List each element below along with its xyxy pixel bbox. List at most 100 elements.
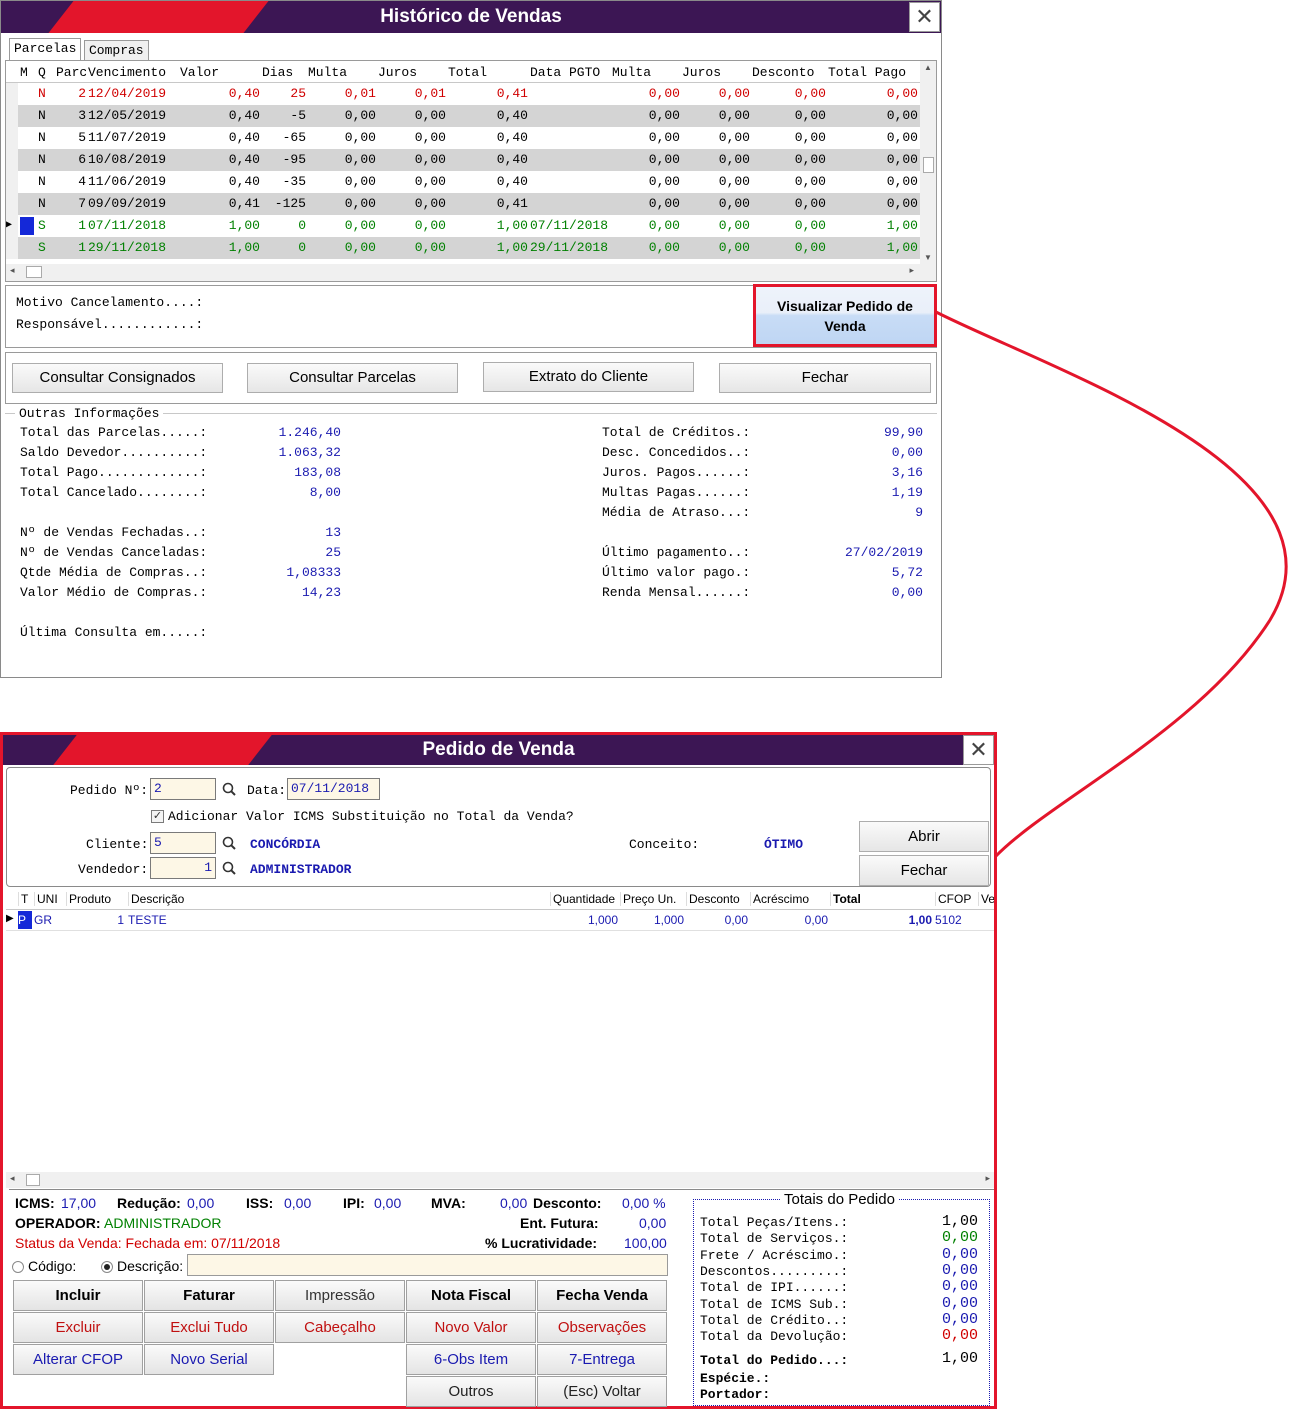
- totais-label: Total de Serviços.:: [700, 1231, 849, 1247]
- btn-impress-o[interactable]: Impressão: [275, 1280, 405, 1311]
- btn-faturar[interactable]: Faturar: [144, 1280, 274, 1311]
- portador-label: Portador:: [700, 1387, 771, 1402]
- total-pedido-label: Total do Pedido...:: [700, 1353, 849, 1368]
- totais-value: 0,00: [941, 1294, 978, 1312]
- pedido-titlebar: Pedido de Venda ✕: [3, 735, 994, 765]
- vendedor-label: Vendedor:: [78, 862, 149, 877]
- row-selector[interactable]: ▶: [6, 913, 16, 924]
- column-header: Acréscimo: [750, 892, 828, 906]
- desconto-label: Desconto:: [533, 1195, 602, 1211]
- totais-value: 0,00: [941, 1261, 978, 1279]
- totais-label: Total de ICMS Sub.:: [700, 1296, 849, 1312]
- btn-7-entrega[interactable]: 7-Entrega: [537, 1344, 667, 1375]
- btn-fecha-venda[interactable]: Fecha Venda: [537, 1280, 667, 1311]
- totais-label: Total Peças/Itens.:: [700, 1215, 849, 1230]
- entfutura-value: 0,00: [639, 1215, 667, 1231]
- ipi-value: 0,00: [374, 1195, 402, 1211]
- btn-incluir[interactable]: Incluir: [13, 1280, 143, 1311]
- cell-total: 1,00: [908, 913, 932, 927]
- totais-value: 1,00: [941, 1213, 978, 1230]
- btn-outros[interactable]: Outros: [406, 1376, 536, 1407]
- pedido-title: Pedido de Venda: [422, 739, 575, 760]
- operador-label: OPERADOR:: [15, 1215, 101, 1231]
- btn-exclui-tudo[interactable]: Exclui Tudo: [144, 1312, 274, 1343]
- column-header: CFOP: [935, 892, 975, 906]
- cell-produto: 1: [117, 913, 124, 927]
- entfutura-label: Ent. Futura:: [520, 1215, 599, 1231]
- descricao-label: Descrição:: [117, 1258, 184, 1274]
- column-header: Preço Un.: [620, 892, 684, 906]
- totais-label: Frete / Acréscimo.:: [700, 1247, 849, 1263]
- abrir-button[interactable]: Abrir: [859, 821, 989, 852]
- column-header: Produto: [66, 892, 126, 906]
- totais-value: 0,00: [941, 1327, 978, 1345]
- vendedor-name: ADMINISTRADOR: [250, 862, 352, 877]
- pedido-window: Pedido de Venda ✕ Pedido Nº: 2 Data: 07/…: [0, 732, 997, 1409]
- cliente-input[interactable]: 5: [150, 832, 216, 854]
- totais-label: Descontos.........:: [700, 1263, 849, 1279]
- operador-value: ADMINISTRADOR: [104, 1215, 222, 1231]
- codigo-label: Código:: [28, 1258, 77, 1274]
- btn-nota-fiscal[interactable]: Nota Fiscal: [406, 1280, 536, 1311]
- column-header: Ve: [978, 892, 994, 906]
- lucratividade-value: 100,00: [624, 1235, 667, 1251]
- icms-label: ICMS:: [15, 1195, 55, 1211]
- cell-uni: GR: [34, 913, 52, 927]
- data-input[interactable]: 07/11/2018: [287, 778, 380, 800]
- totais-title: Totais do Pedido: [781, 1191, 898, 1208]
- cell-desconto: 0,00: [724, 913, 748, 927]
- pedido-close-button[interactable]: ✕: [963, 735, 994, 765]
- totais-value: 0,00: [941, 1278, 978, 1296]
- cliente-label: Cliente:: [86, 837, 149, 852]
- totais-value: 0,00: [941, 1310, 978, 1328]
- btn-novo-valor[interactable]: Novo Valor: [406, 1312, 536, 1343]
- column-header: Desconto: [686, 892, 748, 906]
- column-header: Descrição: [128, 892, 548, 906]
- itens-horizontal-scrollbar[interactable]: ◂ ▸: [6, 1172, 994, 1188]
- column-header: T: [18, 892, 32, 906]
- cell-acrescimo: 0,00: [804, 913, 828, 927]
- totais-value: 0,00: [941, 1229, 978, 1247]
- btn-alterar-cfop[interactable]: Alterar CFOP: [13, 1344, 143, 1375]
- btn-6-obs-item[interactable]: 6-Obs Item: [406, 1344, 536, 1375]
- itens-grid: T UNI Produto Descrição Quantidade Preço Un. D…: [6, 888, 994, 1188]
- icms-checkbox[interactable]: ✓: [151, 810, 164, 823]
- iss-value: 0,00: [284, 1195, 312, 1211]
- column-header: Quantidade: [550, 892, 618, 906]
- btn-observa-es[interactable]: Observações: [537, 1312, 667, 1343]
- btn-novo-serial[interactable]: Novo Serial: [144, 1344, 274, 1375]
- vendedor-search-icon[interactable]: [222, 861, 236, 875]
- cliente-search-icon[interactable]: [222, 836, 236, 850]
- cell-preco: 1,000: [653, 913, 684, 927]
- reducao-value: 0,00: [187, 1195, 215, 1211]
- icms-check-label: Adicionar Valor ICMS Substituição no Tot…: [168, 809, 574, 824]
- btn--esc-voltar[interactable]: (Esc) Voltar: [537, 1376, 667, 1407]
- vendedor-input[interactable]: 1: [150, 857, 216, 879]
- fechar-pedido-button[interactable]: Fechar: [859, 855, 989, 886]
- icms-value: 17,00: [61, 1195, 97, 1211]
- btn-excluir[interactable]: Excluir: [13, 1312, 143, 1343]
- conceito-label: Conceito:: [629, 837, 700, 852]
- mva-label: MVA:: [431, 1195, 466, 1211]
- column-header: Total: [830, 892, 932, 906]
- btn-cabe-alho[interactable]: Cabeçalho: [275, 1312, 405, 1343]
- pedido-numero-label: Pedido Nº:: [70, 783, 149, 798]
- cell-quantidade: 1,000: [587, 913, 618, 927]
- conceito-value: ÓTIMO: [764, 837, 804, 852]
- mva-value: 0,00: [500, 1195, 528, 1211]
- desconto-value: 0,00 %: [622, 1195, 666, 1211]
- pedido-numero-input[interactable]: 2: [150, 778, 216, 800]
- table-row[interactable]: ▶ P GR 1 TESTE 1,000 1,000 0,00 0,00 1,00 5102: [6, 910, 994, 931]
- itens-grid-header: T UNI Produto Descrição Quantidade Preço Un. D…: [6, 888, 994, 910]
- total-pedido-value: 1,00: [941, 1350, 978, 1367]
- pedido-search-icon[interactable]: [222, 782, 236, 796]
- status-venda: Status da Venda: Fechada em: 07/11/2018: [15, 1235, 281, 1251]
- iss-label: ISS:: [246, 1195, 274, 1211]
- reducao-label: Redução:: [117, 1195, 181, 1211]
- codigo-radio[interactable]: [12, 1261, 24, 1273]
- data-label: Data:: [247, 783, 287, 798]
- descricao-radio[interactable]: [101, 1261, 113, 1273]
- busca-produto-input[interactable]: [187, 1254, 668, 1276]
- ipi-label: IPI:: [343, 1195, 365, 1211]
- cell-cfop: 5102: [935, 913, 962, 927]
